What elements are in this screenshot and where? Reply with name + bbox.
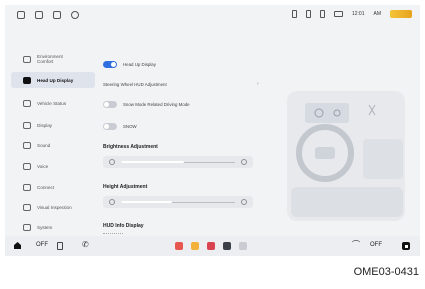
- hud-info-display-title: HUD Info Display: [103, 223, 144, 229]
- height-down-icon[interactable]: [109, 199, 115, 205]
- radio-app-icon[interactable]: [207, 242, 215, 250]
- center-console-icon: [363, 139, 403, 179]
- clock-am-pm: AM: [373, 11, 382, 17]
- speaker-icon: [23, 141, 31, 149]
- right-temp-off[interactable]: OFF: [370, 242, 382, 248]
- power-stop-icon[interactable]: [402, 242, 410, 250]
- sidebar-item-sound[interactable]: Sound: [11, 137, 95, 153]
- chevron-right-icon[interactable]: ›: [257, 81, 259, 87]
- brand-badge-icon: [390, 10, 412, 18]
- slider-fill: [121, 201, 173, 203]
- snow-mode-label: Snow Mode Related Driving Mode: [123, 102, 190, 107]
- phone-app-icon[interactable]: [223, 242, 231, 250]
- steering-hub-icon: [315, 147, 335, 159]
- divider: [103, 233, 123, 234]
- hud-toggle[interactable]: [103, 61, 117, 68]
- apps-grid-icon[interactable]: [239, 242, 247, 250]
- gear-icon: [23, 223, 31, 231]
- steering-wheel-hud-adjustment[interactable]: Steering Wheel HUD Adjustment: [103, 82, 167, 87]
- status-bar: 12:01 AM: [5, 5, 420, 27]
- display-icon: [23, 121, 31, 129]
- sidebar-item-head-up-display[interactable]: Head Up Display: [11, 72, 95, 88]
- hud-projection-icon: [305, 103, 349, 123]
- call-icon[interactable]: ✆: [82, 240, 89, 249]
- sidebar-item-voice[interactable]: Voice: [11, 158, 95, 174]
- clock-time: 12:01: [351, 11, 365, 17]
- sidebar-item-label: Sound: [37, 142, 51, 148]
- sidebar-item-label: System: [37, 224, 53, 230]
- sidebar-item-display[interactable]: Display: [11, 117, 95, 133]
- sidebar-item-visual-inspection[interactable]: Visual Inspection: [11, 199, 95, 215]
- bottom-dock: OFF ✆ ⌒ OFF: [5, 236, 420, 256]
- sidebar-item-label: Environment Comfort: [37, 54, 63, 64]
- eye-icon: [23, 203, 31, 211]
- sidebar-item-label: Display: [37, 122, 53, 128]
- left-temp-off[interactable]: OFF: [36, 242, 48, 248]
- media-app-icon[interactable]: [175, 242, 183, 250]
- sidebar-item-system[interactable]: System: [11, 219, 95, 235]
- brightness-high-icon[interactable]: [241, 159, 247, 165]
- leaf-icon: [23, 55, 31, 63]
- snow-toggle[interactable]: [103, 123, 117, 130]
- settings-sidebar: Environment Comfort Head Up Display Vehi…: [5, 51, 97, 241]
- snow-label: SNOW: [123, 124, 137, 129]
- steering-heat-icon[interactable]: ⌒: [352, 239, 360, 250]
- bluetooth-icon: [319, 10, 325, 18]
- infotainment-screen: 12:01 AM Environment Comfort Head Up Dis…: [5, 5, 420, 256]
- brightness-title: Brightness Adjustment: [103, 144, 158, 150]
- navigation-app-icon[interactable]: [191, 242, 199, 250]
- sidebar-item-label: Voice: [37, 163, 49, 169]
- dashboard-lower-panel: [291, 187, 403, 217]
- figure-code: OME03-0431: [353, 266, 419, 278]
- brightness-low-icon[interactable]: [109, 159, 115, 165]
- home-icon[interactable]: [14, 242, 21, 249]
- hud-preview-illustration: [287, 91, 405, 221]
- sidebar-item-vehicle-status[interactable]: Vehicle Status: [11, 95, 95, 111]
- hud-toggle-label: Head Up Display: [123, 62, 156, 67]
- link-icon: [23, 183, 31, 191]
- sidebar-item-label: Head Up Display: [37, 77, 74, 83]
- signal-icon: [305, 10, 311, 18]
- slider-fill: [121, 161, 184, 163]
- media-icon[interactable]: [53, 11, 61, 19]
- hud-icon: [23, 76, 31, 84]
- phone-icon[interactable]: [35, 11, 43, 19]
- height-slider[interactable]: [103, 196, 253, 208]
- sidebar-item-label: Vehicle Status: [37, 100, 67, 106]
- sidebar-item-connect[interactable]: Connect: [11, 179, 95, 195]
- sidebar-item-label: Visual Inspection: [37, 204, 72, 210]
- height-title: Height Adjustment: [103, 184, 148, 190]
- height-up-icon[interactable]: [241, 199, 247, 205]
- seat-heat-icon[interactable]: [57, 242, 63, 250]
- sidebar-item-label: Connect: [37, 184, 55, 190]
- car-icon: [23, 99, 31, 107]
- hud-settings-panel: Head Up Display Steering Wheel HUD Adjus…: [103, 55, 273, 237]
- battery-icon: [333, 11, 343, 17]
- sidebar-item-environment-comfort[interactable]: Environment Comfort: [11, 51, 95, 67]
- brightness-slider[interactable]: [103, 156, 253, 168]
- voice-icon: [23, 162, 31, 170]
- snow-mode-toggle[interactable]: [103, 101, 117, 108]
- settings-icon[interactable]: [17, 11, 25, 19]
- mic-icon: [291, 10, 297, 18]
- clock-icon[interactable]: [71, 11, 79, 19]
